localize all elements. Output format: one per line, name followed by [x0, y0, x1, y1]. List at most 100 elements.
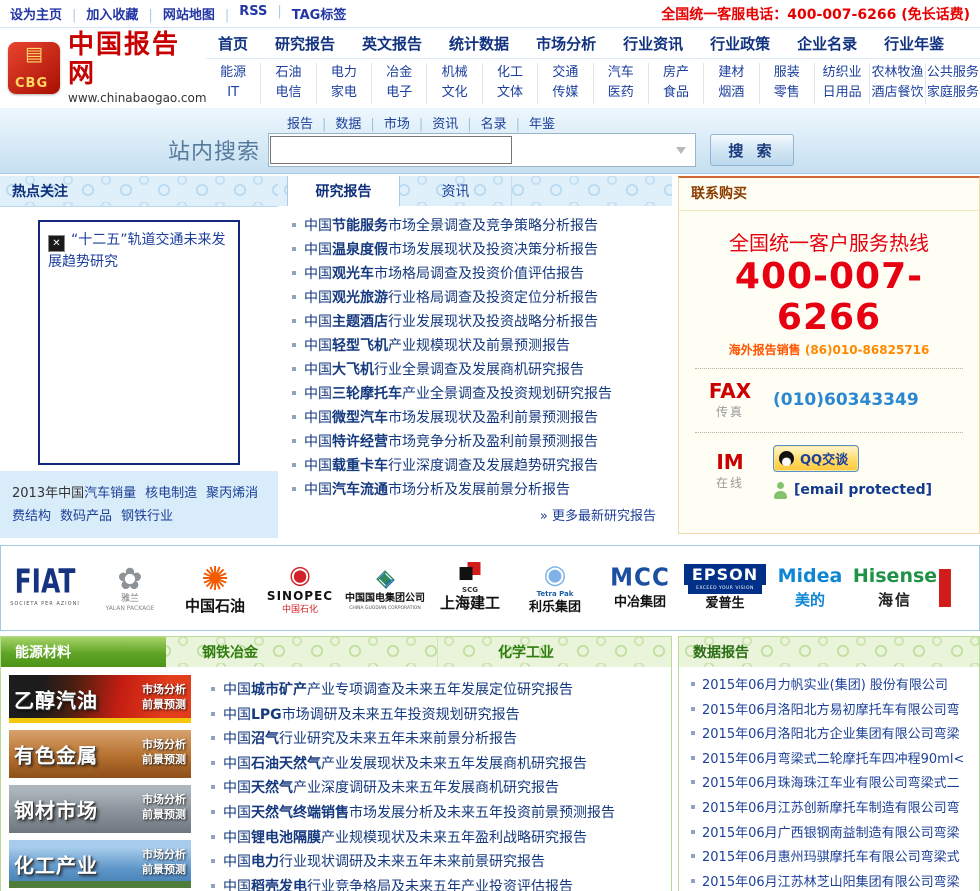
partner-logo[interactable]: ✿ 雅兰 YALAN PACKAGE	[89, 550, 171, 626]
report-link[interactable]: 中国锂电池隔膜产业规模现状及未来五年盈利战略研究报告	[211, 826, 615, 851]
partner-logo[interactable]: ▌	[939, 550, 963, 626]
category-link-bottom[interactable]: 电子	[372, 83, 426, 103]
category-link-top[interactable]: 石油	[261, 63, 315, 83]
search-scope-tab[interactable]: 报告	[287, 113, 335, 132]
promo-banner[interactable]: 乙醇汽油 市场分析 前景预测	[9, 675, 191, 723]
hot-focus-image[interactable]: “十二五”轨道交通未来发展趋势研究	[38, 220, 240, 465]
nav-item[interactable]: 行业年鉴	[884, 33, 944, 54]
topbar-link[interactable]: 网站地图	[163, 4, 239, 23]
data-report-link[interactable]: 2015年06月广西银钢南益制造有限公司弯梁	[691, 822, 979, 847]
report-link[interactable]: 中国特许经营市场竞争分析及盈利前景预测报告	[292, 430, 672, 454]
promo-banner[interactable]: 有色金属 市场分析 前景预测	[9, 730, 191, 778]
qq-chat-button[interactable]: QQ交谈	[773, 444, 860, 472]
hot-tag-link[interactable]: 汽车销量	[84, 486, 136, 501]
hot-tag-link[interactable]: 钢铁行业	[121, 509, 173, 524]
report-link[interactable]: 中国大飞机行业全景调查及发展商机研究报告	[292, 358, 672, 382]
more-reports-link[interactable]: » 更多最新研究报告	[278, 505, 672, 524]
search-scope-tab[interactable]: 资讯	[432, 113, 480, 132]
report-link[interactable]: 中国节能服务市场全景调查及竞争策略分析报告	[292, 214, 672, 238]
promo-banner[interactable]: 化工产业 市场分析 前景预测	[9, 840, 191, 888]
category-link-top[interactable]: 能源	[206, 63, 260, 83]
nav-item[interactable]: 市场分析	[536, 33, 596, 54]
search-scope-tab[interactable]: 市场	[384, 113, 432, 132]
tab-research-reports[interactable]: 研究报告	[287, 176, 400, 206]
topbar-link[interactable]: 加入收藏	[86, 4, 162, 23]
category-link-bottom[interactable]: 文化	[427, 83, 481, 103]
topbar-link[interactable]: TAG标签	[292, 4, 347, 23]
data-report-link[interactable]: 2015年06月珠海珠江车业有限公司弯梁式二	[691, 772, 979, 797]
category-link-bottom[interactable]: 电信	[261, 83, 315, 103]
tab-energy-materials[interactable]: 能源材料	[1, 637, 166, 667]
partner-logo[interactable]: ◈ 中国国电集团公司 CHINA GUODIAN CORPORATION	[344, 550, 426, 626]
tab-news[interactable]: 资讯	[400, 176, 512, 206]
report-link[interactable]: 中国观光车市场格局调查及投资价值评估报告	[292, 262, 672, 286]
category-link-bottom[interactable]: 食品	[649, 83, 703, 103]
category-link-top[interactable]: 交通	[538, 63, 592, 83]
partner-logo[interactable]: EPSON EXCEED YOUR VISION 爱普生	[684, 550, 766, 626]
report-link[interactable]: 中国天然气产业深度调研及未来五年发展商机研究报告	[211, 776, 615, 801]
category-link-bottom[interactable]: IT	[206, 83, 260, 103]
report-link[interactable]: 中国轻型飞机产业规模现状及前景预测报告	[292, 334, 672, 358]
report-link[interactable]: 中国城市矿产产业专项调查及未来五年发展定位研究报告	[211, 678, 615, 703]
category-link-bottom[interactable]: 酒店餐饮	[870, 83, 924, 103]
report-link[interactable]: 中国三轮摩托车产业全景调查及投资规划研究报告	[292, 382, 672, 406]
data-report-link[interactable]: 2015年06月惠州玛骐摩托车有限公司弯梁式	[691, 846, 979, 871]
report-link[interactable]: 中国LPG市场调研及未来五年投资规划研究报告	[211, 703, 615, 728]
hot-tag-link[interactable]: 数码产品	[60, 509, 112, 524]
report-link[interactable]: 中国沼气行业研究及未来五年未来前景分析报告	[211, 727, 615, 752]
nav-item[interactable]: 行业资讯	[623, 33, 683, 54]
category-link-bottom[interactable]: 医药	[594, 83, 648, 103]
category-link-top[interactable]: 化工	[483, 63, 537, 83]
tab-chemical-industry[interactable]: 化学工业	[438, 637, 671, 667]
nav-item[interactable]: 企业名录	[797, 33, 857, 54]
promo-banner[interactable]: 钢材市场 市场分析 前景预测	[9, 785, 191, 833]
category-link-top[interactable]: 电力	[317, 63, 371, 83]
report-link[interactable]: 中国石油天然气产业发展现状及未来五年发展商机研究报告	[211, 752, 615, 777]
data-report-link[interactable]: 2015年06月洛阳北方企业集团有限公司弯梁	[691, 723, 979, 748]
report-link[interactable]: 中国稻壳发电行业竞争格局及未来五年产业投资评估报告	[211, 875, 615, 891]
partner-logo[interactable]: Midea 美的	[769, 550, 851, 626]
partner-logo[interactable]: ◉ Tetra Pak 利乐集团	[514, 550, 596, 626]
email-link[interactable]: [email protected]	[773, 481, 932, 499]
partner-logo[interactable]: Hisense 海信	[854, 550, 936, 626]
search-button[interactable]: 搜 索	[710, 134, 795, 166]
data-report-link[interactable]: 2015年06月弯梁式二轮摩托车四冲程90ml<	[691, 748, 979, 773]
search-scope-tab[interactable]: 数据	[335, 113, 383, 132]
category-link-bottom[interactable]: 传媒	[538, 83, 592, 103]
category-link-top[interactable]: 建材	[704, 63, 758, 83]
partner-logo[interactable]: MCC 中冶集团	[599, 550, 681, 626]
category-link-top[interactable]: 服装	[760, 63, 814, 83]
category-link-bottom[interactable]: 日用品	[815, 83, 869, 103]
partner-logo[interactable]: ◉ SINOPEC 中国石化	[259, 550, 341, 626]
nav-item[interactable]: 英文报告	[362, 33, 422, 54]
search-scope-tab[interactable]: 年鉴	[529, 113, 555, 132]
category-link-bottom[interactable]: 零售	[760, 83, 814, 103]
data-report-link[interactable]: 2015年06月江苏创新摩托车制造有限公司弯	[691, 797, 979, 822]
topbar-link[interactable]: 设为主页	[10, 4, 86, 23]
chevron-down-icon[interactable]	[676, 147, 687, 154]
report-link[interactable]: 中国主题酒店行业发展现状及投资战略分析报告	[292, 310, 672, 334]
category-link-top[interactable]: 冶金	[372, 63, 426, 83]
report-link[interactable]: 中国汽车流通市场分析及发展前景分析报告	[292, 478, 672, 502]
category-link-top[interactable]: 纺织业	[815, 63, 869, 83]
category-link-top[interactable]: 房产	[649, 63, 703, 83]
report-link[interactable]: 中国观光旅游行业格局调查及投资定位分析报告	[292, 286, 672, 310]
tab-steel-metallurgy[interactable]: 钢铁冶金	[166, 637, 438, 667]
search-scope-tab[interactable]: 名录	[481, 113, 529, 132]
category-link-top[interactable]: 农林牧渔	[870, 63, 924, 83]
category-link-top[interactable]: 公共服务	[926, 63, 980, 83]
nav-item[interactable]: 首页	[218, 33, 248, 54]
category-link-top[interactable]: 机械	[427, 63, 481, 83]
category-link-bottom[interactable]: 烟酒	[704, 83, 758, 103]
category-link-bottom[interactable]: 家电	[317, 83, 371, 103]
nav-item[interactable]: 统计数据	[449, 33, 509, 54]
partner-logo[interactable]: ■ SCG 上海建工	[429, 550, 511, 626]
category-link-bottom[interactable]: 家庭服务	[926, 83, 980, 103]
nav-item[interactable]: 研究报告	[275, 33, 335, 54]
data-report-link[interactable]: 2015年06月洛阳北方易初摩托车有限公司弯	[691, 699, 979, 724]
data-report-link[interactable]: 2015年06月江苏林芝山阳集团有限公司弯梁	[691, 871, 979, 891]
partner-logo[interactable]: FIAT SOCIETA PER AZIONI	[4, 550, 86, 626]
report-link[interactable]: 中国载重卡车行业深度调查及发展趋势研究报告	[292, 454, 672, 478]
report-link[interactable]: 中国温泉度假市场发展现状及投资决策分析报告	[292, 238, 672, 262]
report-link[interactable]: 中国电力行业现状调研及未来五年未来前景研究报告	[211, 850, 615, 875]
